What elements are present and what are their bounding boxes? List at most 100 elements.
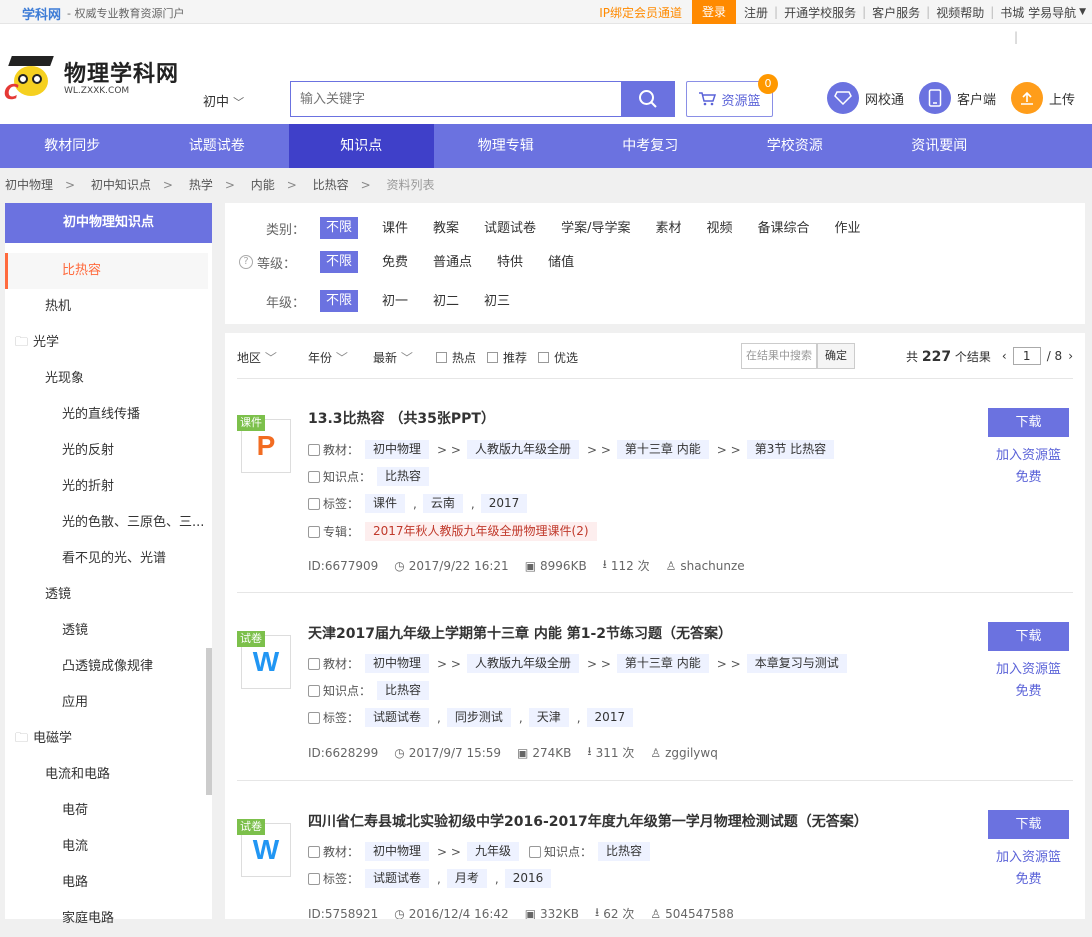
- knowledge-chip[interactable]: 比热容: [377, 681, 430, 700]
- site-logo[interactable]: C 物理学科网 WL.ZXXK.COM: [4, 50, 179, 104]
- category-option[interactable]: 试题试卷: [484, 217, 536, 239]
- knowledge-chip[interactable]: 比热容: [377, 467, 430, 486]
- album-chip[interactable]: 2017年秋人教版九年级全册物理课件(2): [365, 522, 597, 541]
- sidebar-item[interactable]: 热机: [5, 289, 212, 325]
- knowledge-chip[interactable]: 比热容: [598, 842, 651, 861]
- download-button[interactable]: 下载: [988, 622, 1069, 651]
- sidebar-item[interactable]: 🗀 光学: [5, 325, 212, 361]
- sidebar-item[interactable]: 看不见的光、光谱: [5, 541, 212, 577]
- premium-checkbox[interactable]: 优选: [538, 349, 578, 366]
- nav-item-exams[interactable]: 试题试卷: [145, 124, 290, 168]
- result-user[interactable]: zggilywq: [665, 746, 718, 760]
- region-dropdown[interactable]: 地区 ﹀: [237, 349, 277, 366]
- textbook-chip[interactable]: 本章复习与测试: [746, 654, 847, 673]
- textbook-chip[interactable]: 初中物理: [365, 842, 430, 861]
- year-option[interactable]: 初二: [433, 290, 459, 312]
- sidebar-item[interactable]: 电路: [5, 865, 212, 901]
- sidebar-item[interactable]: 光的反射: [5, 433, 212, 469]
- page-input[interactable]: 1: [1012, 347, 1041, 365]
- nav-item-news[interactable]: 资讯要闻: [867, 124, 1012, 168]
- textbook-chip[interactable]: 第3节 比热容: [746, 440, 835, 459]
- site-nav-link[interactable]: 书城 学易导航: [1000, 4, 1076, 21]
- grade-option[interactable]: 普通点: [433, 251, 472, 273]
- sidebar-item[interactable]: 电荷: [5, 793, 212, 829]
- sidebar-item[interactable]: 光的直线传播: [5, 397, 212, 433]
- tag-chip[interactable]: 2016: [504, 869, 552, 888]
- category-option[interactable]: 视频: [706, 217, 732, 239]
- year-option[interactable]: 初一: [382, 290, 408, 312]
- add-to-basket-link[interactable]: 加入资源篮: [984, 658, 1073, 677]
- sidebar-item[interactable]: 电流和电路: [5, 757, 212, 793]
- category-option[interactable]: 学案/导学案: [561, 217, 630, 239]
- category-option[interactable]: 教案: [433, 217, 459, 239]
- tag-chip[interactable]: 试题试卷: [365, 869, 430, 888]
- textbook-chip[interactable]: 第十三章 内能: [616, 654, 709, 673]
- sidebar-item[interactable]: 透镜: [5, 613, 212, 649]
- download-button[interactable]: 下载: [988, 810, 1069, 839]
- result-user[interactable]: 504547588: [665, 907, 734, 920]
- confirm-button[interactable]: 确定: [817, 343, 855, 369]
- grade-option[interactable]: 储值: [548, 251, 574, 273]
- video-help-link[interactable]: 视频帮助: [936, 4, 984, 21]
- breadcrumb-item[interactable]: 初中知识点: [91, 178, 151, 192]
- help-icon[interactable]: ?: [239, 255, 253, 269]
- next-page-icon[interactable]: ›: [1068, 349, 1073, 363]
- sidebar-item[interactable]: 🗀 电磁学: [5, 721, 212, 757]
- textbook-chip[interactable]: 人教版九年级全册: [466, 440, 579, 459]
- grade-option[interactable]: 不限: [320, 251, 359, 273]
- online-school-link[interactable]: 网校通: [827, 82, 904, 114]
- sidebar-item[interactable]: 比热容: [5, 253, 208, 289]
- download-button[interactable]: 下载: [988, 408, 1069, 437]
- textbook-chip[interactable]: 初中物理: [365, 440, 430, 459]
- nav-item-knowledge[interactable]: 知识点: [289, 124, 434, 168]
- sidebar-item[interactable]: 家庭电路: [5, 901, 212, 937]
- school-service-link[interactable]: 开通学校服务: [784, 4, 856, 21]
- textbook-chip[interactable]: 第十三章 内能: [616, 440, 709, 459]
- category-option[interactable]: 不限: [320, 217, 359, 239]
- sidebar-item[interactable]: 光的色散、三原色、三...: [5, 505, 212, 541]
- year-option[interactable]: 不限: [320, 290, 359, 312]
- nav-item-albums[interactable]: 物理专辑: [434, 124, 579, 168]
- nav-item-textbook[interactable]: 教材同步: [0, 124, 145, 168]
- result-title[interactable]: 13.3比热容 （共35张PPT）: [308, 408, 495, 428]
- sidebar-item[interactable]: 凸透镜成像规律: [5, 649, 212, 685]
- search-input[interactable]: [291, 82, 621, 116]
- sidebar-item[interactable]: 光现象: [5, 361, 212, 397]
- latest-dropdown[interactable]: 最新 ﹀: [373, 349, 413, 366]
- tag-chip[interactable]: 天津: [528, 708, 569, 727]
- sidebar-item[interactable]: 透镜: [5, 577, 212, 613]
- textbook-chip[interactable]: 九年级: [466, 842, 519, 861]
- tag-chip[interactable]: 课件: [365, 494, 406, 513]
- register-link[interactable]: 注册: [744, 4, 768, 21]
- grade-option[interactable]: 免费: [382, 251, 408, 273]
- category-option[interactable]: 素材: [655, 217, 681, 239]
- tag-chip[interactable]: 云南: [422, 494, 463, 513]
- year-dropdown[interactable]: 年份 ﹀: [308, 349, 348, 366]
- result-search-input[interactable]: 在结果中搜索: [741, 343, 817, 369]
- client-link[interactable]: 客户端: [919, 82, 996, 114]
- textbook-chip[interactable]: 人教版九年级全册: [466, 654, 579, 673]
- breadcrumb-item[interactable]: 比热容: [313, 178, 349, 192]
- breadcrumb-item[interactable]: 热学: [189, 178, 213, 192]
- sidebar-item[interactable]: 光的折射: [5, 469, 212, 505]
- category-option[interactable]: 作业: [835, 217, 861, 239]
- breadcrumb-item[interactable]: 初中物理: [5, 178, 53, 192]
- customer-service-link[interactable]: 客户服务: [872, 4, 920, 21]
- result-title[interactable]: 四川省仁寿县城北实验初级中学2016-2017年度九年级第一学月物理检测试题（无…: [308, 811, 868, 831]
- nav-item-review[interactable]: 中考复习: [578, 124, 723, 168]
- vip-channel-link[interactable]: IP绑定会员通道: [599, 4, 682, 21]
- site-brand[interactable]: 学科网: [22, 4, 61, 23]
- breadcrumb-item[interactable]: 内能: [251, 178, 275, 192]
- upload-link[interactable]: 上传: [1011, 82, 1075, 114]
- add-to-basket-link[interactable]: 加入资源篮: [984, 846, 1073, 865]
- result-title[interactable]: 天津2017届九年级上学期第十三章 内能 第1-2节练习题（无答案）: [308, 623, 732, 643]
- category-option[interactable]: 课件: [382, 217, 408, 239]
- login-button[interactable]: 登录: [691, 0, 736, 24]
- tag-chip[interactable]: 2017: [480, 494, 528, 513]
- sidebar-item[interactable]: 应用: [5, 685, 212, 721]
- search-button[interactable]: [621, 82, 674, 116]
- recommend-checkbox[interactable]: 推荐: [487, 349, 527, 366]
- nav-item-school[interactable]: 学校资源: [723, 124, 868, 168]
- resource-basket-button[interactable]: 资源篮 0: [686, 74, 778, 117]
- prev-page-icon[interactable]: ‹: [1002, 349, 1007, 363]
